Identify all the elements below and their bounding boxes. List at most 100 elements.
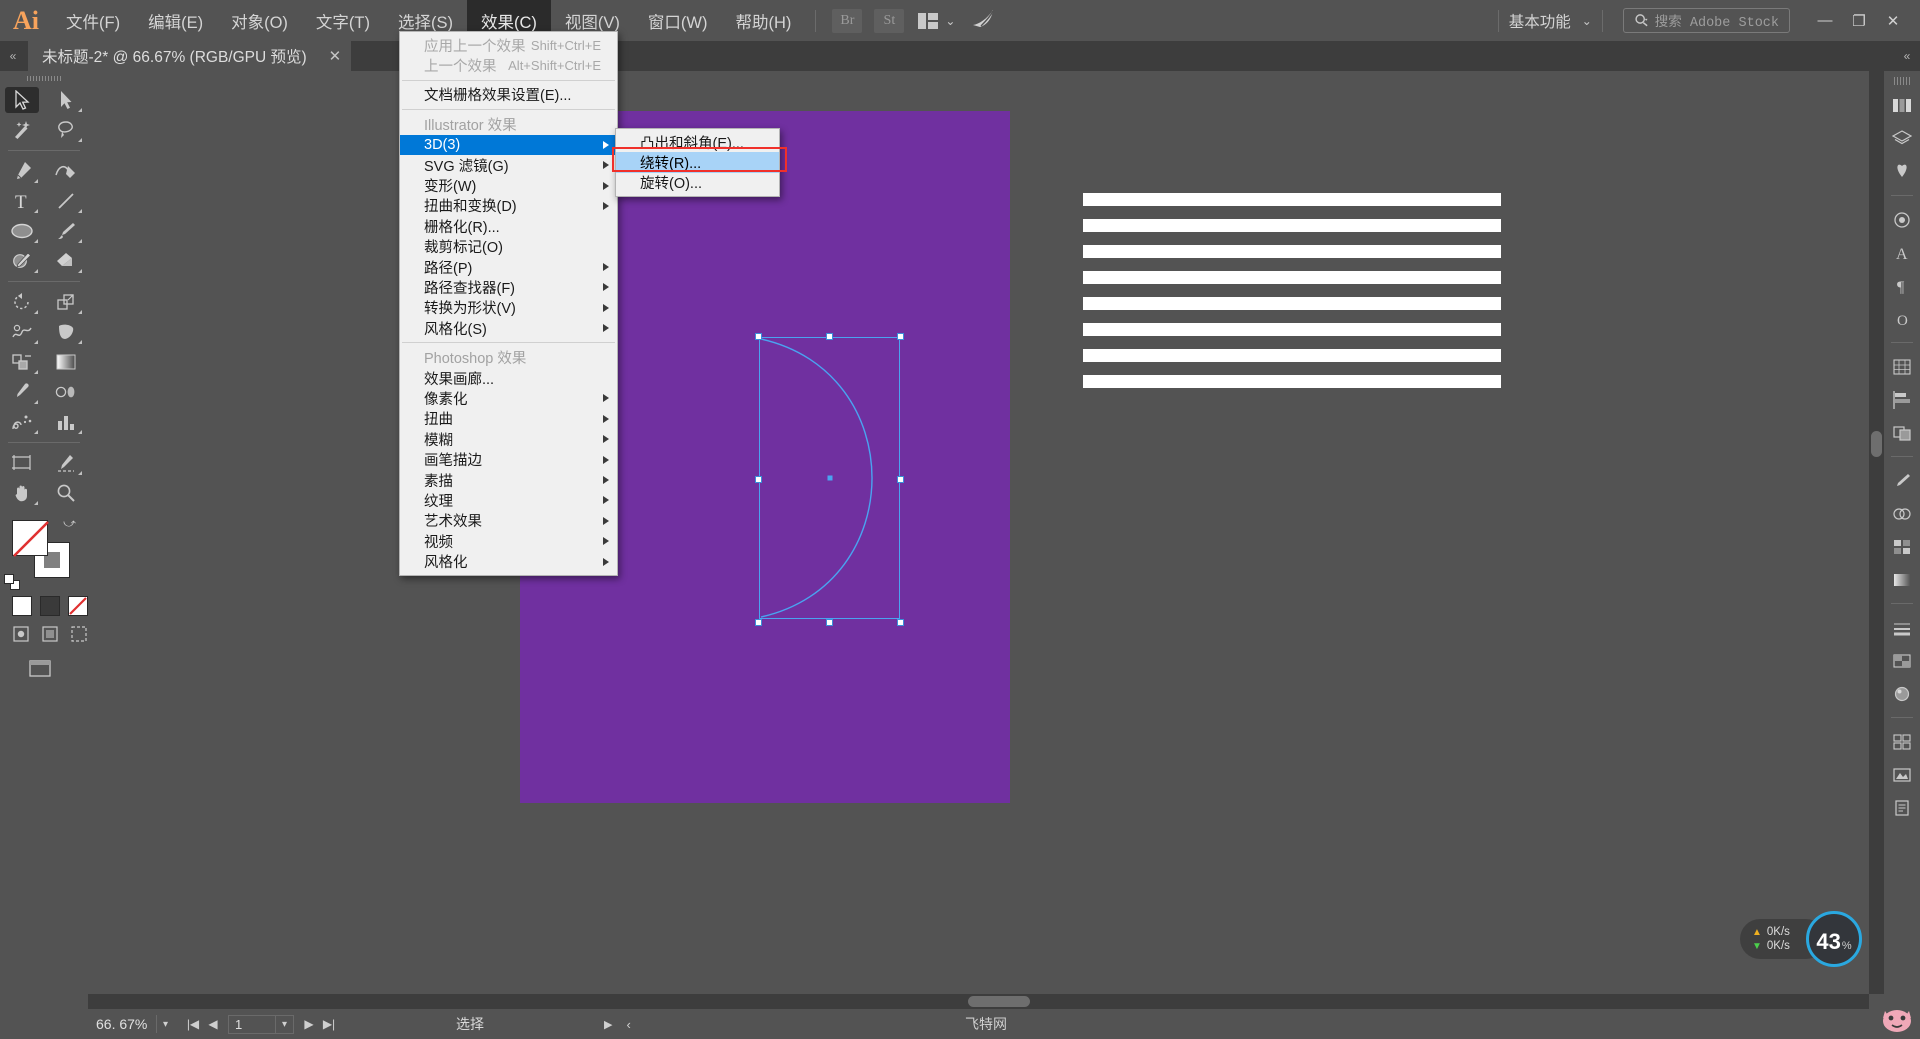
direct-selection-tool[interactable]	[44, 85, 88, 115]
cpu-usage-circle[interactable]: 43 %	[1806, 911, 1862, 967]
color-button[interactable]	[12, 596, 32, 616]
type-tool[interactable]: T	[0, 186, 44, 216]
graphic-styles-panel-icon[interactable]	[1884, 677, 1920, 710]
transform-panel-icon[interactable]	[1884, 350, 1920, 383]
toolbar-drag-handle[interactable]	[0, 71, 88, 85]
dock-drag-handle[interactable]	[1894, 77, 1910, 85]
white-bars-group[interactable]	[1083, 193, 1501, 401]
swatches-panel-icon[interactable]	[1884, 530, 1920, 563]
bridge-button[interactable]: Br	[832, 8, 863, 33]
submenu-item-extrude-and-bevel[interactable]: 凸出和斜角(E)...	[616, 132, 779, 152]
paintbrush-tool[interactable]	[44, 216, 88, 246]
status-collapse-icon[interactable]: ‹	[626, 1017, 630, 1032]
scale-tool[interactable]	[44, 287, 88, 317]
menu-item-path[interactable]: 路径(P)	[400, 257, 617, 277]
change-screen-mode-button[interactable]	[26, 658, 56, 680]
adobe-leaf-icon[interactable]	[971, 8, 997, 34]
menu-item-video[interactable]: 视频	[400, 531, 617, 551]
ellipse-tool[interactable]	[0, 216, 44, 246]
menu-item-svg-filters[interactable]: SVG 滤镜(G)	[400, 155, 617, 175]
menu-object[interactable]: 对象(O)	[217, 0, 302, 41]
workspace-switcher-label[interactable]: 基本功能	[1509, 10, 1575, 32]
eyedropper-tool[interactable]	[0, 377, 44, 407]
zoom-tool[interactable]	[44, 478, 88, 508]
draw-behind-icon[interactable]	[41, 624, 60, 644]
stock-search-box[interactable]: 搜索 Adobe Stock	[1622, 8, 1790, 33]
menu-item-blur[interactable]: 模糊	[400, 429, 617, 449]
brushes-panel-icon[interactable]	[1884, 464, 1920, 497]
document-tab[interactable]: 未标题-2* @ 66.67% (RGB/GPU 预览) ✕	[28, 41, 352, 71]
collapse-panels-icon[interactable]: «	[0, 41, 26, 71]
free-transform-tool[interactable]	[44, 317, 88, 347]
horizontal-scrollbar[interactable]	[88, 994, 1869, 1009]
menu-file[interactable]: 文件(F)	[52, 0, 134, 41]
menu-item-distort-and-transform[interactable]: 扭曲和变换(D)	[400, 196, 617, 216]
previous-artboard-button[interactable]: ◀	[204, 1014, 222, 1034]
pathfinder-panel-icon[interactable]	[1884, 416, 1920, 449]
workspace-chevron-down-icon[interactable]: ⌄	[1582, 14, 1592, 28]
artboard-number-field[interactable]: 1 ▾	[228, 1014, 294, 1034]
shape-builder-tool[interactable]	[0, 347, 44, 377]
artboards-panel-icon[interactable]	[1884, 725, 1920, 758]
hand-tool[interactable]	[0, 478, 44, 508]
menu-item-convert-to-shape[interactable]: 转换为形状(V)	[400, 298, 617, 318]
line-segment-tool[interactable]	[44, 186, 88, 216]
eraser-tool[interactable]	[44, 246, 88, 276]
libraries-panel-icon[interactable]	[1884, 155, 1920, 188]
fill-swatch[interactable]	[12, 520, 49, 557]
menu-item-3d[interactable]: 3D(3)	[400, 134, 617, 155]
symbol-sprayer-tool[interactable]	[0, 407, 44, 437]
menu-item-distort[interactable]: 扭曲	[400, 409, 617, 429]
menu-type[interactable]: 文字(T)	[302, 0, 384, 41]
symbols-panel-icon[interactable]	[1884, 497, 1920, 530]
artboard-chevron-down-icon[interactable]: ▾	[275, 1015, 293, 1033]
minimize-button[interactable]: —	[1808, 0, 1842, 41]
stroke-panel-icon[interactable]	[1884, 611, 1920, 644]
transparency-panel-icon[interactable]	[1884, 644, 1920, 677]
layers-panel-icon[interactable]	[1884, 122, 1920, 155]
shaper-tool[interactable]	[0, 246, 44, 276]
submenu-item-revolve[interactable]: 绕转(R)...	[616, 152, 779, 173]
gradient-tool[interactable]	[44, 347, 88, 377]
last-artboard-button[interactable]: ▶|	[320, 1014, 338, 1034]
status-expand-icon[interactable]: ▶	[604, 1018, 612, 1031]
width-tool[interactable]	[0, 317, 44, 347]
close-icon[interactable]: ✕	[329, 47, 342, 65]
menu-help[interactable]: 帮助(H)	[721, 0, 805, 41]
menu-item-stylize-photoshop[interactable]: 风格化	[400, 551, 617, 571]
curvature-tool[interactable]	[44, 156, 88, 186]
menu-item-pathfinder[interactable]: 路径查找器(F)	[400, 277, 617, 297]
links-panel-icon[interactable]	[1884, 758, 1920, 791]
fill-stroke-widget[interactable]: ⤻	[0, 514, 88, 592]
menu-item-pixelate[interactable]: 像素化	[400, 388, 617, 408]
menu-edit[interactable]: 编辑(E)	[134, 0, 217, 41]
submenu-item-rotate[interactable]: 旋转(O)...	[616, 173, 779, 193]
gradient-panel-icon[interactable]	[1884, 563, 1920, 596]
first-artboard-button[interactable]: |◀	[184, 1014, 202, 1034]
menu-item-crop-marks[interactable]: 裁剪标记(O)	[400, 237, 617, 257]
default-fill-stroke-icon[interactable]	[4, 574, 20, 590]
menu-item-sketch[interactable]: 素描	[400, 470, 617, 490]
menu-item-rasterize[interactable]: 栅格化(R)...	[400, 216, 617, 236]
draw-normal-icon[interactable]	[12, 624, 31, 644]
lasso-tool[interactable]	[44, 115, 88, 145]
close-button[interactable]: ✕	[1876, 0, 1910, 41]
menu-item-texture[interactable]: 纹理	[400, 490, 617, 510]
menu-item-brush-strokes[interactable]: 画笔描边	[400, 449, 617, 469]
effect-menu-dropdown[interactable]: 应用上一个效果 Shift+Ctrl+E 上一个效果 Alt+Shift+Ctr…	[399, 31, 618, 576]
draw-inside-icon[interactable]	[69, 624, 88, 644]
document-info-panel-icon[interactable]	[1884, 791, 1920, 824]
selected-object-bounding-box[interactable]	[755, 333, 904, 626]
pen-tool[interactable]	[0, 156, 44, 186]
slice-tool[interactable]	[44, 448, 88, 478]
selection-tool[interactable]	[0, 85, 44, 115]
rotate-tool[interactable]	[0, 287, 44, 317]
horizontal-scrollbar-thumb[interactable]	[968, 996, 1030, 1007]
zoom-chevron-down-icon[interactable]: ▾	[156, 1015, 174, 1033]
magic-wand-tool[interactable]	[0, 115, 44, 145]
network-speed-widget[interactable]: ▲ 0K/s ▼ 0K/s 43 %	[1740, 911, 1862, 967]
next-artboard-button[interactable]: ▶	[300, 1014, 318, 1034]
menu-item-stylize-illustrator[interactable]: 风格化(S)	[400, 318, 617, 338]
canvas-area[interactable]	[88, 71, 1884, 1009]
vertical-scrollbar-thumb[interactable]	[1871, 431, 1882, 457]
